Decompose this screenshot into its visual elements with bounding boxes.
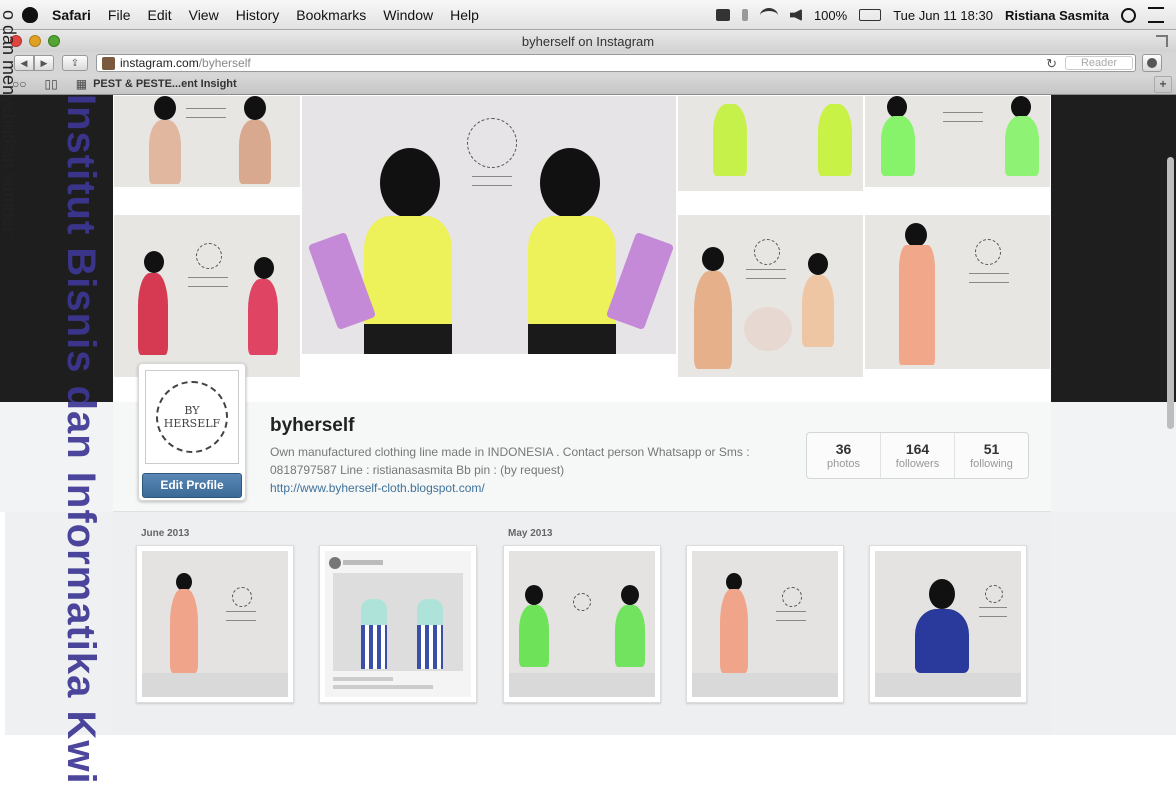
photo-thumb[interactable] (503, 545, 661, 703)
stat-followers-label: followers (895, 458, 940, 470)
photo-thumb[interactable] (319, 545, 477, 703)
apple-icon[interactable] (22, 6, 38, 23)
notification-center-icon[interactable] (1148, 7, 1164, 23)
forward-button[interactable]: ▶ (34, 55, 54, 71)
clock[interactable]: Tue Jun 11 18:30 (893, 8, 993, 23)
stat-following-count: 51 (983, 441, 1000, 457)
avatar[interactable]: BY HERSELF (145, 370, 239, 464)
profile-stats: 36 photos 164 followers 51 following (806, 432, 1029, 479)
cover-mosaic-background (0, 95, 1176, 402)
top-sites-grid-icon[interactable]: ▦ (76, 77, 87, 91)
photo-image (509, 551, 655, 697)
month-header-may-2013: May 2013 (508, 528, 553, 539)
photo-image (142, 551, 288, 697)
spotlight-search-icon[interactable] (1121, 7, 1136, 23)
photo-image (875, 551, 1021, 697)
profile-website-link[interactable]: http://www.byherself-cloth.blogspot.com/ (270, 481, 485, 495)
menu-view[interactable]: View (189, 7, 219, 23)
photo-image (692, 551, 838, 697)
avatar-card: BY HERSELF Edit Profile (138, 363, 246, 501)
battery-icon[interactable] (859, 9, 882, 21)
profile-bio: Own manufactured clothing line made in I… (270, 445, 750, 477)
cover-photo-lime-lace[interactable] (677, 95, 864, 214)
cover-photo-floral-maxi[interactable] (864, 214, 1051, 402)
menu-help[interactable]: Help (450, 7, 479, 23)
cover-photo-yellow-top[interactable] (301, 95, 677, 402)
stat-photos-count: 36 (835, 441, 852, 457)
menu-history[interactable]: History (236, 7, 280, 23)
new-tab-button[interactable]: + (1154, 76, 1172, 93)
status-tray: 100% Tue Jun 11 18:30 Ristiana Sasmita (704, 0, 1176, 30)
minimize-window-button[interactable] (29, 35, 41, 47)
window-title: byherself on Instagram (521, 33, 655, 49)
bookmarks-book-icon[interactable]: ▯▯ (45, 77, 58, 91)
menu-app-safari[interactable]: Safari (52, 7, 91, 23)
downloads-icon (1147, 58, 1157, 68)
menu-bookmarks[interactable]: Bookmarks (296, 7, 366, 23)
photo-thumb[interactable] (869, 545, 1027, 703)
page-scrollbar[interactable] (1167, 157, 1174, 429)
photo-thumb[interactable] (686, 545, 844, 703)
user-menu[interactable]: Ristiana Sasmita (1005, 8, 1109, 23)
cover-photo-green-dress[interactable] (864, 95, 1051, 214)
watermark-text: Institut Bisnis dan Informatika Kwi (59, 94, 103, 785)
stat-following[interactable]: 51 following (954, 433, 1028, 478)
reader-button[interactable]: Reader (1065, 56, 1133, 70)
display-icon[interactable] (715, 9, 730, 21)
address-bar[interactable]: instagram.com/byherself ↻ Reader (96, 54, 1136, 72)
watermark-side-text: o dan menyebutkan sumber: (0, 10, 19, 239)
menu-window[interactable]: Window (383, 7, 433, 23)
fullscreen-icon[interactable] (1156, 35, 1168, 47)
bluetooth-icon[interactable] (741, 9, 748, 21)
cover-photo-peach-dress[interactable] (113, 95, 301, 214)
stat-following-label: following (970, 458, 1013, 470)
downloads-button[interactable] (1142, 54, 1162, 72)
menu-file[interactable]: File (108, 7, 131, 23)
cover-mosaic (113, 95, 1051, 402)
battery-percent: 100% (813, 7, 848, 23)
stat-followers[interactable]: 164 followers (880, 433, 954, 478)
volume-icon[interactable] (789, 9, 802, 21)
photo-thumb[interactable] (136, 545, 294, 703)
site-favicon-icon (102, 56, 115, 70)
url-host: instagram.com (120, 56, 199, 70)
wifi-icon[interactable] (759, 7, 778, 23)
profile-username: byherself (270, 415, 355, 436)
browser-toolbar: ◀ ▶ ⇪ instagram.com/byherself ↻ Reader (0, 52, 1176, 74)
photo-image (325, 551, 471, 697)
url-path: /byherself (198, 56, 251, 70)
avatar-logo-bottom: HERSELF (163, 417, 221, 430)
reload-icon[interactable]: ↻ (1046, 56, 1057, 72)
bookmarks-bar: ○○ ▯▯ ▦ PEST & PESTE...ent Insight + (0, 74, 1176, 95)
avatar-logo-top: BY (184, 404, 200, 417)
share-button[interactable]: ⇪ (62, 55, 88, 71)
cover-photo-gold-dress[interactable] (677, 214, 864, 402)
window-titlebar: byherself on Instagram (0, 30, 1176, 52)
stat-photos[interactable]: 36 photos (807, 433, 880, 478)
stat-followers-count: 164 (905, 441, 930, 457)
stat-photos-label: photos (826, 458, 861, 470)
menu-edit[interactable]: Edit (147, 7, 171, 23)
byherself-logo-icon: BY HERSELF (156, 381, 228, 453)
zoom-window-button[interactable] (48, 35, 60, 47)
edit-profile-button[interactable]: Edit Profile (142, 473, 242, 498)
bookmark-item[interactable]: PEST & PESTE...ent Insight (93, 78, 237, 90)
menu-bar: Safari File Edit View History Bookmarks … (0, 0, 1176, 30)
month-header-june-2013: June 2013 (141, 528, 190, 539)
